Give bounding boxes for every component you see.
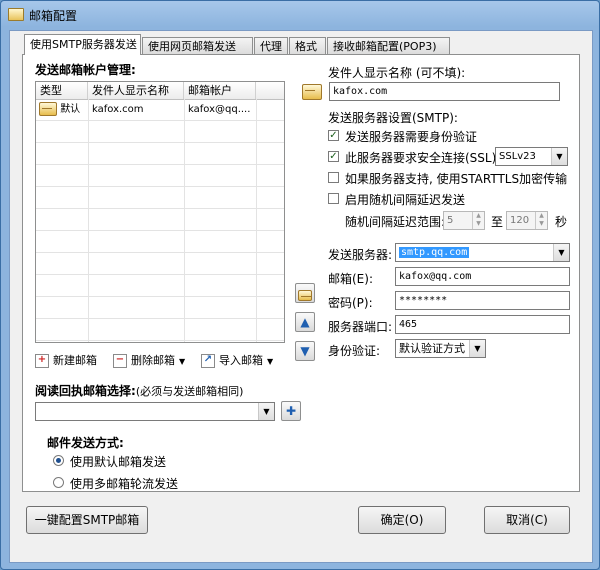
mail-icon xyxy=(39,102,57,116)
spin-arrows-icon: ▲ ▼ xyxy=(535,212,547,229)
move-down-button[interactable]: ▼ xyxy=(295,341,315,361)
spin-arrows-icon: ▲ ▼ xyxy=(472,212,484,229)
chevron-down-icon: ▼ xyxy=(551,148,567,165)
tab-webmail[interactable]: 使用网页邮箱发送 xyxy=(142,37,253,54)
radio-default-mailbox[interactable] xyxy=(53,455,64,466)
delay-range-label: 随机间隔延迟范围: xyxy=(345,215,446,229)
port-label: 服务器端口: xyxy=(328,320,393,334)
account-display-name: kafox.com xyxy=(92,104,144,115)
password-field[interactable]: ******** xyxy=(395,291,570,310)
tab-proxy[interactable]: 代理 xyxy=(254,37,288,54)
account-type: 默认 xyxy=(60,104,81,115)
arrow-up-icon: ▲ xyxy=(300,315,310,329)
smtp-section-label: 发送服务器设置(SMTP): xyxy=(328,111,458,125)
email-label: 邮箱(E): xyxy=(328,272,373,286)
receipt-mailbox-select[interactable]: ▼ xyxy=(35,402,275,421)
auth-method-label: 身份验证: xyxy=(328,344,381,358)
add-icon: + xyxy=(35,354,49,368)
one-click-smtp-button[interactable]: 一键配置SMTP邮箱 xyxy=(26,506,148,534)
email-field[interactable]: kafox@qq.com xyxy=(395,267,570,286)
dialog-client: 使用SMTP服务器发送 使用网页邮箱发送 代理 格式 接收邮箱配置(POP3) … xyxy=(9,30,593,563)
plus-icon: ✚ xyxy=(285,404,297,418)
auth-method-select[interactable]: 默认验证方式 ▼ xyxy=(395,339,486,358)
receipt-label: 阅读回执邮箱选择:(必须与发送邮箱相同) xyxy=(35,384,244,398)
starttls-checkbox[interactable] xyxy=(328,172,339,183)
col-account[interactable]: 邮箱帐户 xyxy=(184,82,256,99)
cancel-button[interactable]: 取消(C) xyxy=(484,506,570,534)
col-display-name[interactable]: 发件人显示名称 xyxy=(88,82,184,99)
mail-icon xyxy=(8,8,24,21)
account-list[interactable]: 类型 发件人显示名称 邮箱帐户 默认 kafox.com kafox@qq...… xyxy=(35,81,285,343)
chevron-down-icon: ▼ xyxy=(469,340,485,357)
port-field[interactable]: 465 xyxy=(395,315,570,334)
random-delay-checkbox[interactable] xyxy=(328,193,339,204)
import-mailbox-button[interactable]: ↗ 导入邮箱 ▼ xyxy=(201,352,273,370)
chevron-down-icon: ▼ xyxy=(179,357,186,366)
account-list-header: 类型 发件人显示名称 邮箱帐户 xyxy=(36,82,284,100)
import-icon: ↗ xyxy=(201,354,215,368)
radio-rotate-mailboxes[interactable] xyxy=(53,477,64,488)
mail-icon xyxy=(302,83,322,100)
delay-to-spinner[interactable]: 120 ▲ ▼ xyxy=(506,211,548,230)
tab-pop3[interactable]: 接收邮箱配置(POP3) xyxy=(327,37,450,54)
account-address: kafox@qq.... xyxy=(188,104,251,115)
password-label: 密码(P): xyxy=(328,296,373,310)
auth-required-checkbox[interactable]: ✓ xyxy=(328,130,339,141)
chevron-down-icon: ▼ xyxy=(267,357,274,366)
ssl-checkbox[interactable]: ✓ xyxy=(328,151,339,162)
delay-from-spinner[interactable]: 5 ▲ ▼ xyxy=(443,211,485,230)
smtp-server-select[interactable]: smtp.qq.com ▼ xyxy=(395,243,570,262)
tab-smtp[interactable]: 使用SMTP服务器发送 xyxy=(24,34,141,55)
auth-required-label: 发送服务器需要身份验证 xyxy=(345,130,478,144)
delay-to-label: 至 xyxy=(491,215,504,229)
arrow-down-icon: ▼ xyxy=(300,344,310,358)
radio-rotate-mailboxes-label: 使用多邮箱轮流发送 xyxy=(70,477,179,491)
col-type[interactable]: 类型 xyxy=(36,82,88,99)
send-mode-title: 邮件发送方式: xyxy=(47,436,124,450)
add-receipt-button[interactable]: ✚ xyxy=(281,401,301,421)
sender-name-label: 发件人显示名称 (可不填): xyxy=(328,66,466,80)
server-label: 发送服务器: xyxy=(328,248,393,262)
delay-unit-label: 秒 xyxy=(555,215,568,229)
new-mailbox-button[interactable]: + 新建邮箱 xyxy=(35,352,97,370)
delete-icon: − xyxy=(113,354,127,368)
account-type-cell: 默认 xyxy=(39,99,88,121)
tab-format[interactable]: 格式 xyxy=(289,37,326,54)
sender-mail-icon-holder xyxy=(300,82,324,104)
ssl-label: 此服务器要求安全连接(SSL) xyxy=(345,151,497,165)
window-title: 邮箱配置 xyxy=(29,9,78,23)
mailbox-action-button[interactable] xyxy=(295,283,315,303)
mail-config-window: 邮箱配置 使用SMTP服务器发送 使用网页邮箱发送 代理 格式 接收邮箱配置(P… xyxy=(0,0,600,570)
account-row[interactable]: 默认 kafox.com kafox@qq.... xyxy=(36,99,284,121)
starttls-label: 如果服务器支持, 使用STARTTLS加密传输 xyxy=(345,172,568,186)
account-section-title: 发送邮箱帐户管理: xyxy=(35,63,136,77)
chevron-down-icon: ▼ xyxy=(553,244,569,261)
chevron-down-icon: ▼ xyxy=(258,403,274,420)
smtp-panel: 发送邮箱帐户管理: 类型 发件人显示名称 邮箱帐户 默认 kafox.com k… xyxy=(22,54,580,492)
random-delay-label: 启用随机间隔延迟发送 xyxy=(345,193,466,207)
move-up-button[interactable]: ▲ xyxy=(295,312,315,332)
delete-mailbox-button[interactable]: − 删除邮箱 ▼ xyxy=(113,352,185,370)
ssl-protocol-select[interactable]: SSLv23 ▼ xyxy=(495,147,568,166)
radio-default-mailbox-label: 使用默认邮箱发送 xyxy=(70,455,167,469)
title-bar: 邮箱配置 xyxy=(1,1,599,29)
ok-button[interactable]: 确定(O) xyxy=(358,506,446,534)
mail-icon xyxy=(298,290,312,301)
sender-name-input[interactable]: kafox.com xyxy=(329,82,560,101)
